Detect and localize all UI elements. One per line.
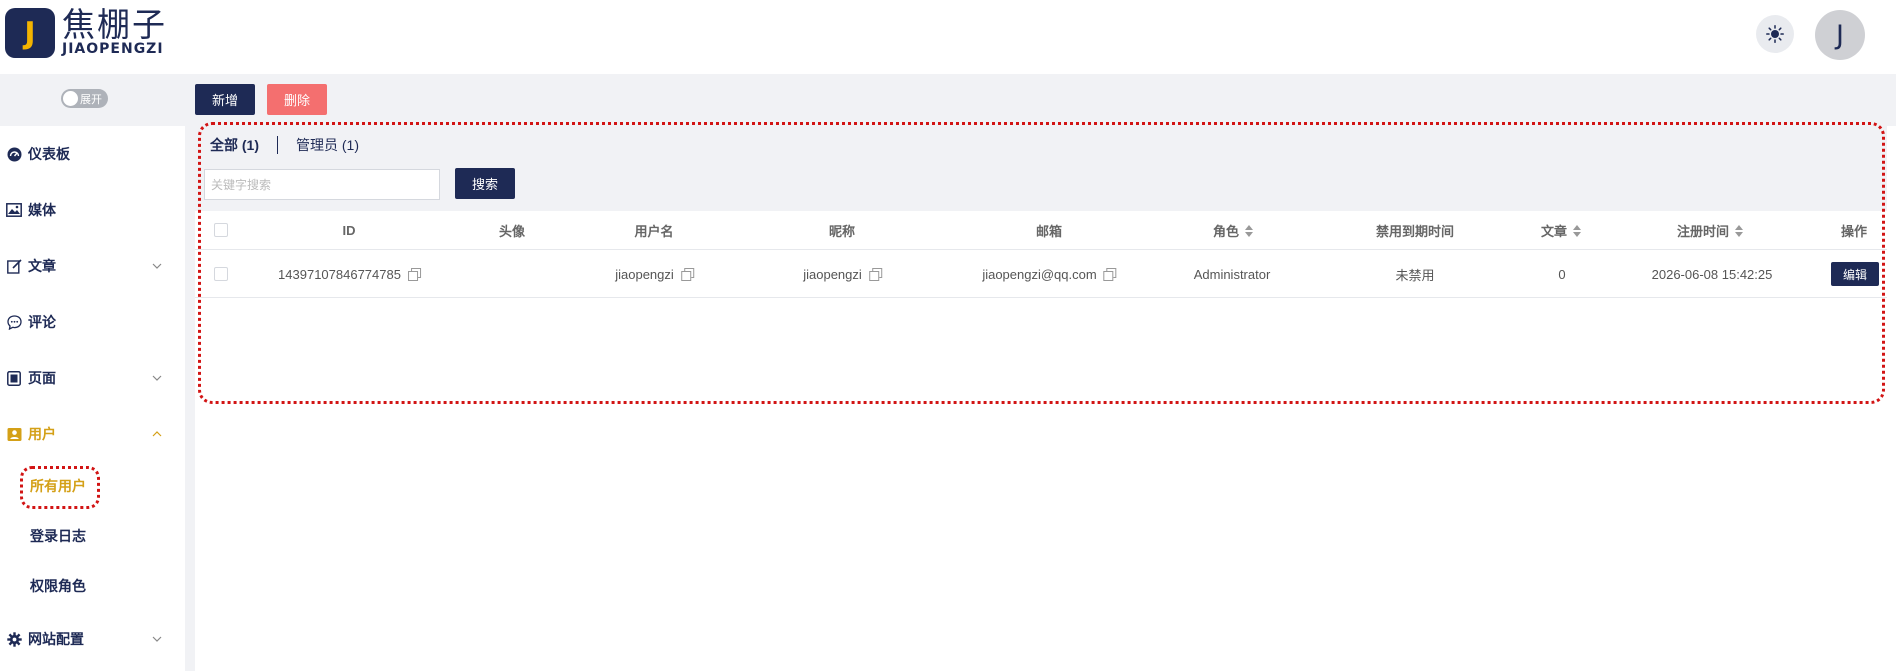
sidebar-item-articles[interactable]: 文章	[0, 246, 185, 286]
chevron-down-icon	[152, 375, 162, 381]
page-icon	[6, 370, 22, 386]
sidebar: 展开 仪表板 媒体 文章 评论 页面 用户 所有用户 登录日志 权限角色 网站配…	[0, 74, 185, 671]
sidebar-item-label: 用户	[28, 426, 56, 442]
toggle-label: 展开	[80, 94, 102, 106]
chevron-up-icon	[152, 431, 162, 437]
sidebar-item-users[interactable]: 用户	[0, 414, 185, 454]
article-icon	[6, 258, 22, 274]
sidebar-subitem-roles[interactable]: 权限角色	[0, 568, 185, 604]
sidebar-item-label: 媒体	[28, 202, 56, 218]
user-icon	[6, 426, 22, 442]
gear-icon	[6, 631, 22, 647]
user-avatar[interactable]: J	[1815, 10, 1865, 60]
chevron-down-icon	[152, 263, 162, 269]
top-bar: J 焦棚子 JIAOPENGZI J	[0, 0, 1896, 74]
logo-cn: 焦棚子	[62, 5, 167, 44]
sidebar-subitem-label: 登录日志	[30, 528, 86, 544]
logo[interactable]: J 焦棚子 JIAOPENGZI	[5, 8, 167, 58]
dashboard-icon	[6, 146, 22, 162]
sidebar-divider	[185, 74, 195, 671]
sidebar-item-label: 文章	[28, 258, 56, 274]
sidebar-subitem-login-log[interactable]: 登录日志	[0, 518, 185, 554]
all-users-highlight	[20, 466, 100, 509]
media-icon	[6, 202, 22, 218]
delete-button[interactable]: 删除	[267, 84, 327, 115]
comment-icon	[6, 314, 22, 330]
logo-badge: J	[5, 8, 55, 58]
sidebar-item-label: 网站配置	[28, 631, 84, 647]
expand-toggle[interactable]: 展开	[61, 89, 108, 108]
toggle-knob	[63, 91, 78, 106]
toolbar: 新增 删除	[195, 74, 1896, 126]
sidebar-item-label: 评论	[28, 314, 56, 330]
sidebar-item-label: 仪表板	[28, 146, 70, 162]
table-highlight	[198, 122, 1885, 404]
sidebar-item-comments[interactable]: 评论	[0, 302, 185, 342]
sidebar-item-site-settings[interactable]: 网站配置	[0, 619, 185, 659]
sun-icon	[1766, 25, 1784, 43]
sidebar-item-pages[interactable]: 页面	[0, 358, 185, 398]
sidebar-item-label: 页面	[28, 370, 56, 386]
chevron-down-icon	[152, 636, 162, 642]
add-button[interactable]: 新增	[195, 84, 255, 115]
logo-letter: J	[24, 15, 36, 51]
sidebar-item-media[interactable]: 媒体	[0, 190, 185, 230]
sidebar-subitem-label: 权限角色	[30, 578, 86, 594]
logo-en: JIAOPENGZI	[62, 41, 164, 57]
sidebar-head: 展开	[0, 74, 185, 126]
sidebar-item-dashboard[interactable]: 仪表板	[0, 134, 185, 174]
theme-toggle-button[interactable]	[1756, 15, 1794, 53]
logo-text: 焦棚子 JIAOPENGZI	[62, 5, 167, 57]
